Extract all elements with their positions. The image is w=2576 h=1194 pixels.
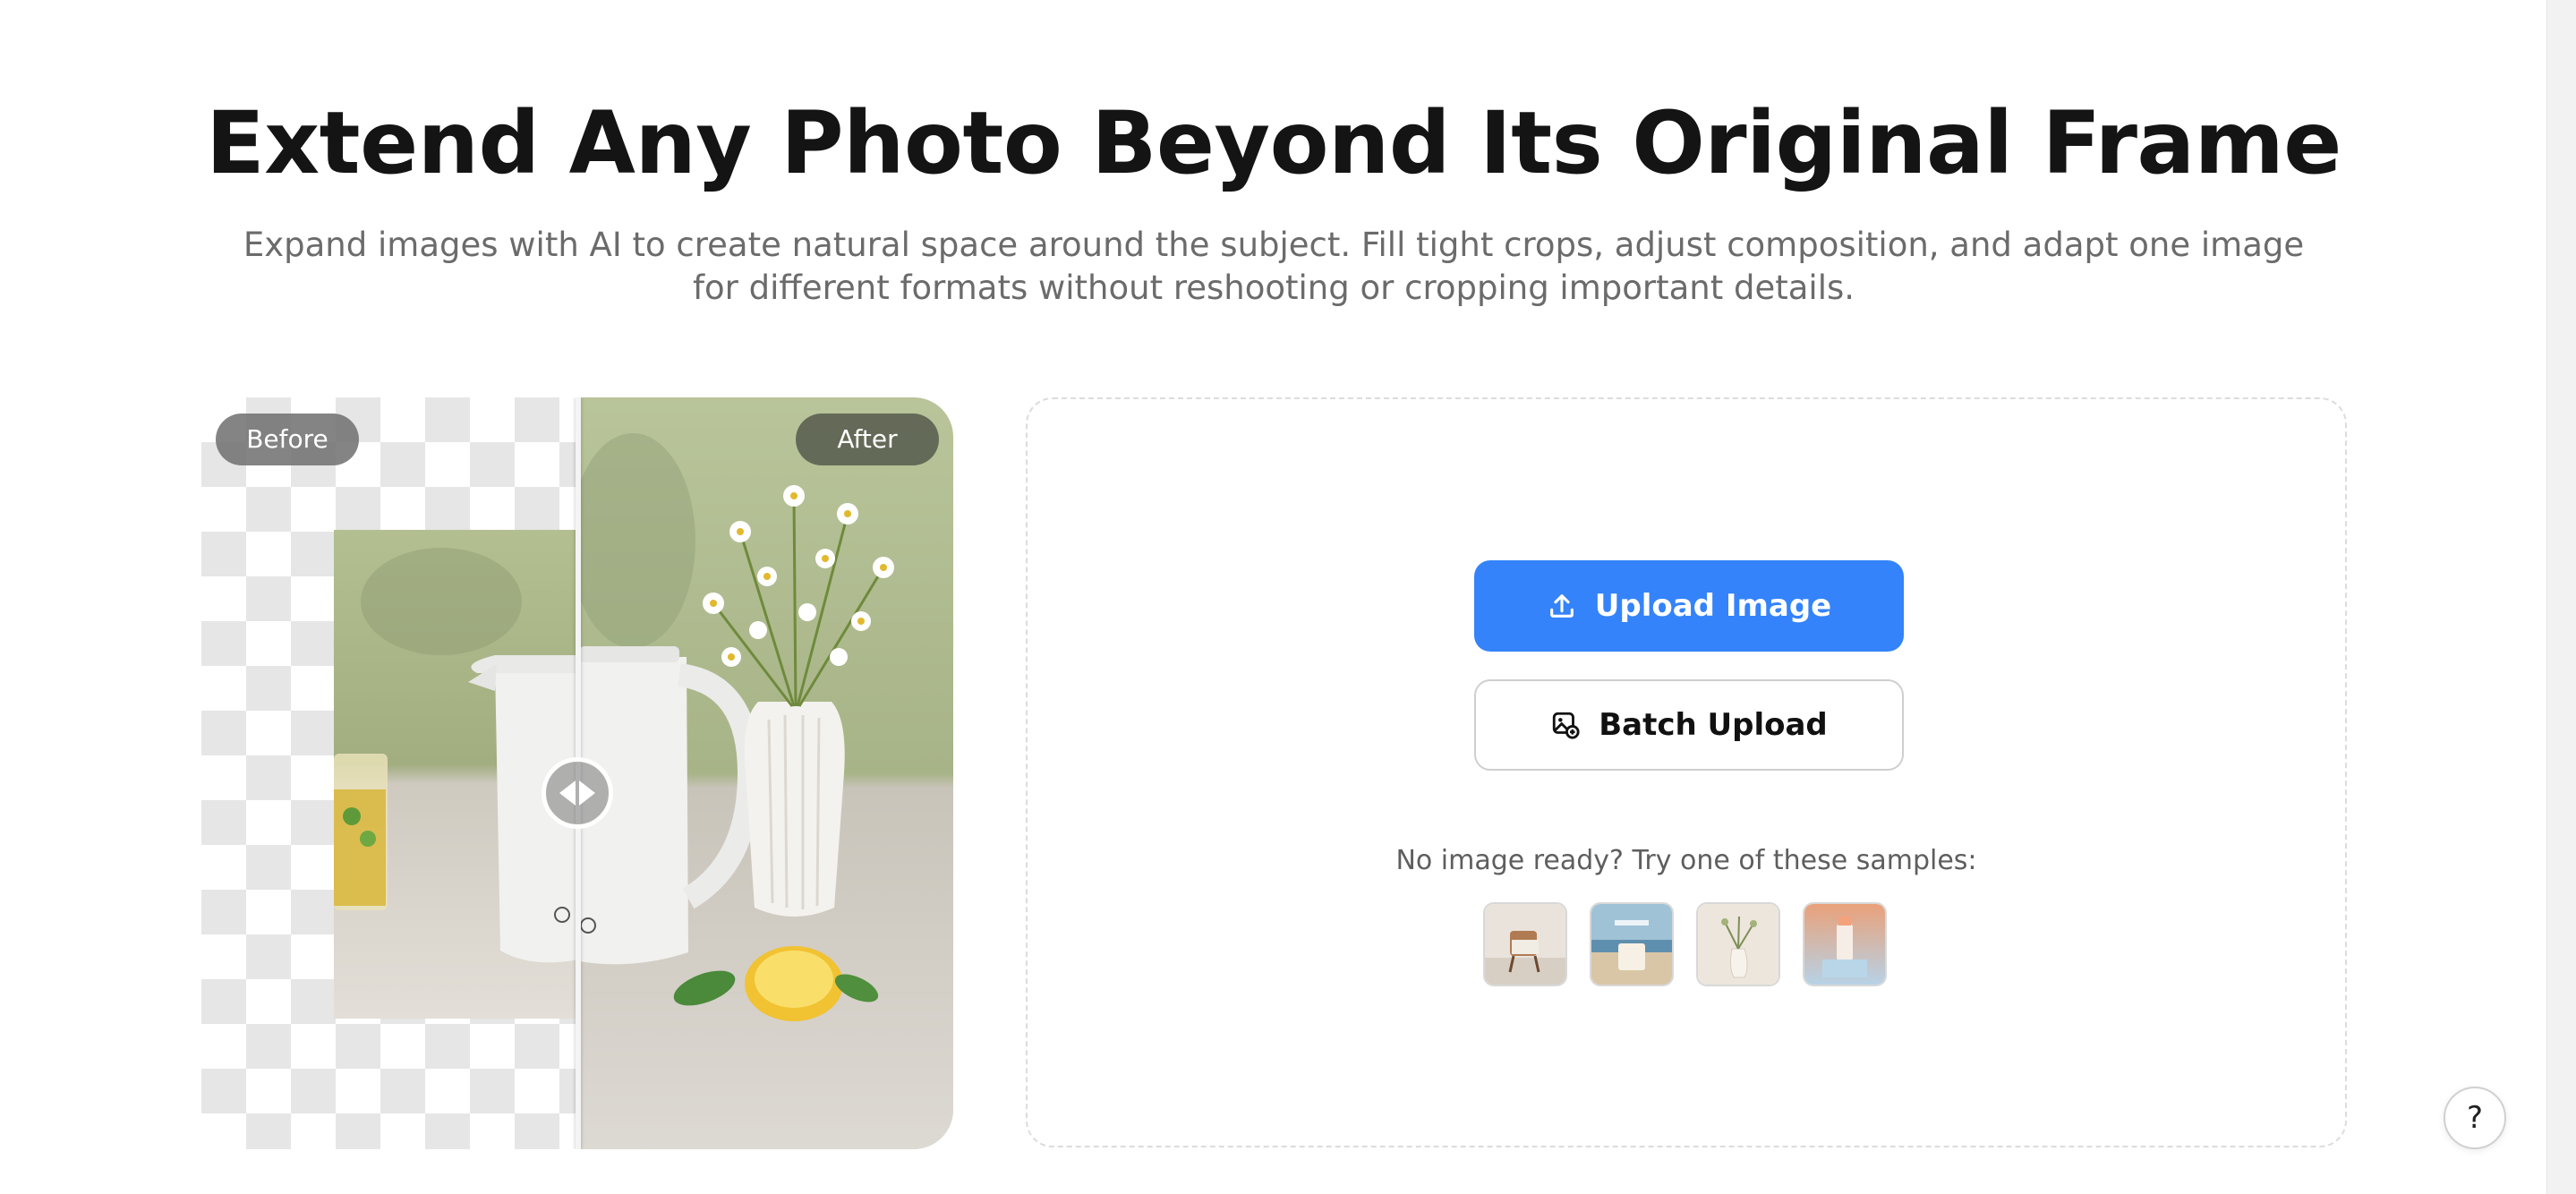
upload-dropzone[interactable]: Upload Image Batch Upload No image ready…: [1026, 397, 2347, 1147]
upload-icon: [1549, 594, 1574, 618]
batch-upload-label: Batch Upload: [1599, 707, 1828, 743]
before-image: [334, 530, 579, 1019]
arrow-left-icon: [559, 780, 576, 806]
arrow-right-icon: [579, 780, 595, 806]
batch-upload-button[interactable]: Batch Upload: [1474, 679, 1904, 771]
after-image: [579, 397, 953, 1149]
sample-vase-thumbnail[interactable]: [1696, 902, 1780, 986]
before-badge: Before: [216, 414, 359, 465]
after-badge: After: [796, 414, 939, 465]
sample-thumbnails: [1483, 902, 1887, 986]
sample-candle-thumbnail[interactable]: [1590, 902, 1674, 986]
after-scene-illustration: [579, 433, 894, 1021]
page-subtitle: Expand images with AI to create natural …: [243, 226, 2305, 307]
help-button[interactable]: ?: [2444, 1087, 2506, 1149]
page-title: Extend Any Photo Beyond Its Original Fra…: [206, 93, 2341, 193]
page-scrollbar[interactable]: [2546, 0, 2576, 1194]
batch-images-icon: [1553, 712, 1580, 739]
before-scene-illustration: [334, 548, 579, 963]
samples-prompt: No image ready? Try one of these samples…: [1395, 845, 1977, 876]
sample-bottle-thumbnail[interactable]: [1803, 902, 1887, 986]
compare-slider-handle[interactable]: [542, 757, 613, 829]
before-after-comparison[interactable]: Before After: [201, 397, 953, 1149]
upload-image-button[interactable]: Upload Image: [1474, 560, 1904, 652]
sample-chair-thumbnail[interactable]: [1483, 902, 1567, 986]
upload-image-label: Upload Image: [1594, 588, 1832, 624]
